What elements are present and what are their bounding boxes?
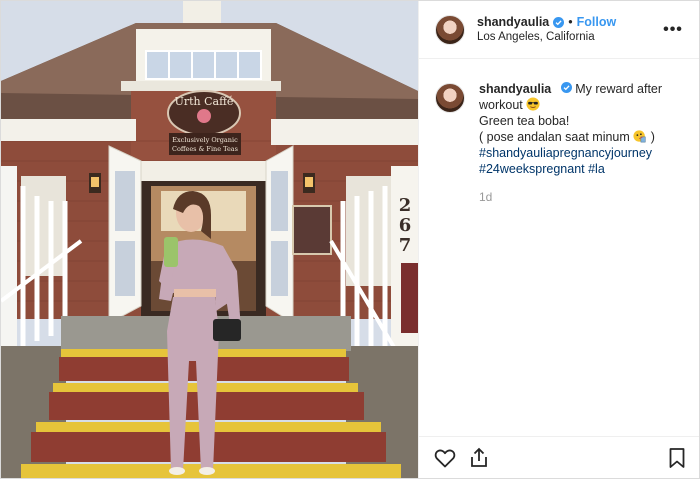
location-link[interactable]: Los Angeles, California (477, 30, 661, 45)
verified-badge-icon (560, 82, 572, 93)
separator-dot: • (568, 14, 573, 29)
caption-line-3-end: ) (650, 130, 655, 144)
header-username[interactable]: shandyaulia (477, 15, 549, 30)
photo-scene: Urth Caffé Exclusively Organic Coffees &… (1, 1, 418, 478)
hashtag-link-2[interactable]: #24weekspregnant #la (479, 161, 685, 177)
address-digit-3: 7 (399, 235, 412, 256)
action-bar (419, 436, 699, 478)
follow-button[interactable]: Follow (577, 15, 617, 30)
address-digit-1: 2 (399, 195, 412, 216)
heart-icon[interactable] (433, 446, 457, 470)
caption-avatar[interactable] (435, 83, 465, 113)
sign-subtitle-1: Exclusively Organic (172, 136, 238, 144)
post-sidebar: shandyaulia • Follow Los Angeles, Califo… (418, 1, 699, 478)
sunglasses-emoji-icon (526, 97, 540, 111)
hashtag-link-1[interactable]: #shandyauliapregnancyjourney (479, 145, 685, 161)
caption-line-3: ( pose andalan saat minum (479, 130, 630, 144)
share-icon[interactable] (467, 446, 491, 470)
post-header: shandyaulia • Follow Los Angeles, Califo… (419, 1, 699, 59)
avatar[interactable] (435, 14, 465, 45)
post-timestamp[interactable]: 1d (479, 189, 685, 205)
bookmark-icon[interactable] (665, 446, 689, 470)
sign-cafe-name: Urth Caffé (175, 95, 234, 108)
instagram-post: Urth Caffé Exclusively Organic Coffees &… (0, 0, 700, 479)
caption-username[interactable]: shandyaulia (479, 82, 551, 96)
more-options-button[interactable]: ••• (661, 21, 685, 39)
sign-subtitle-2: Coffees & Fine Teas (172, 145, 238, 153)
post-photo[interactable]: Urth Caffé Exclusively Organic Coffees &… (1, 1, 418, 478)
verified-badge-icon (553, 16, 565, 28)
caption: shandyaulia My reward after workout Gree… (435, 81, 685, 205)
drinking-emoji-icon (633, 130, 646, 143)
address-digit-2: 6 (399, 215, 412, 236)
comments-section: shandyaulia My reward after workout Gree… (419, 59, 699, 436)
caption-line-2: Green tea boba! (479, 114, 570, 128)
